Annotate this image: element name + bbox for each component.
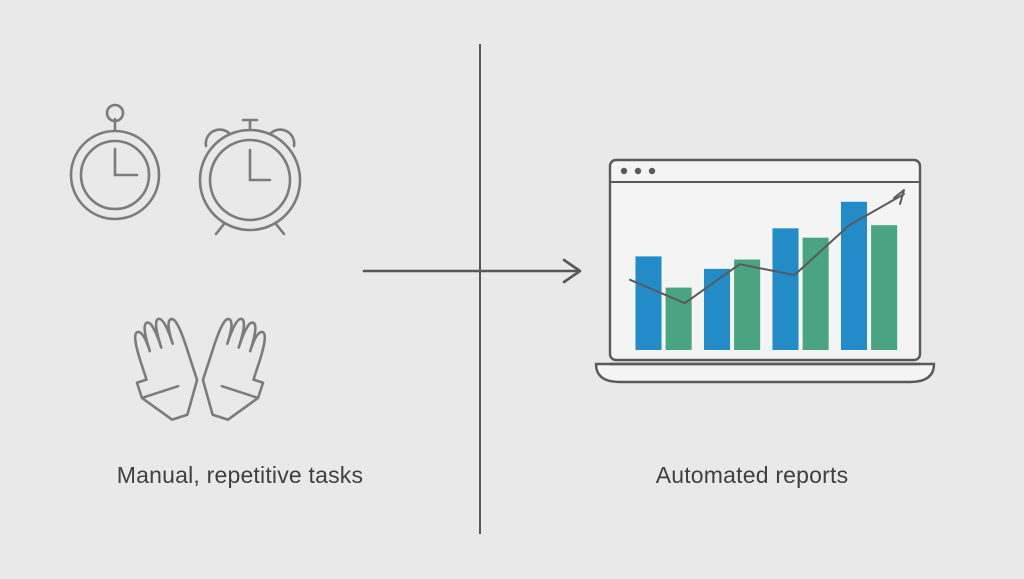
chart-bar-green bbox=[871, 225, 897, 350]
diagram-stage: Manual, repetitive tasks Automated repor… bbox=[0, 0, 1024, 579]
chart-bar-blue bbox=[841, 202, 867, 350]
chart-bar-blue bbox=[772, 228, 798, 350]
alarm-clock-icon bbox=[200, 120, 300, 234]
stopwatch-icon bbox=[71, 105, 159, 219]
vertical-divider bbox=[479, 44, 481, 534]
right-caption: Automated reports bbox=[480, 462, 1024, 489]
chart-bar-green bbox=[734, 260, 760, 350]
hands-icon bbox=[120, 313, 279, 426]
laptop-chart-illustration bbox=[590, 150, 940, 400]
chart-bar-blue bbox=[635, 256, 661, 350]
arrow-icon bbox=[362, 256, 590, 286]
left-caption: Manual, repetitive tasks bbox=[0, 462, 480, 489]
